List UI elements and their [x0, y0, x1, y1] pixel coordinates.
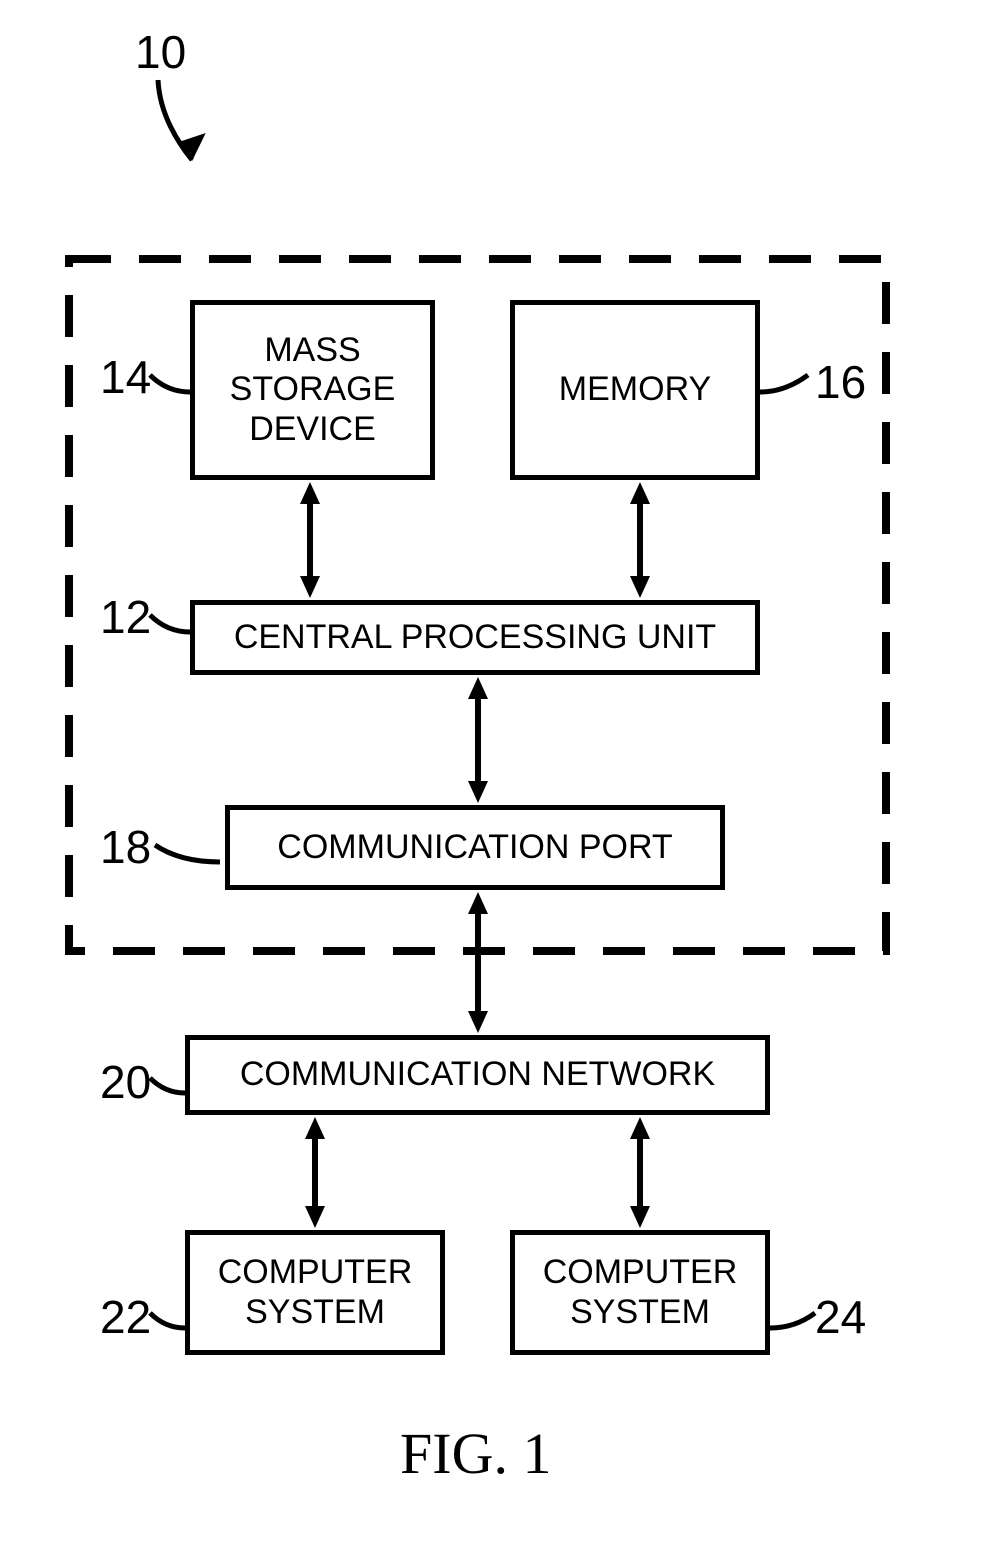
diagram-canvas: 10 MASS STORAGE DEVICE 14 MEMORY 16 CENT… — [0, 0, 992, 1566]
figure-label: FIG. 1 — [400, 1420, 551, 1487]
connectors — [0, 0, 992, 1566]
